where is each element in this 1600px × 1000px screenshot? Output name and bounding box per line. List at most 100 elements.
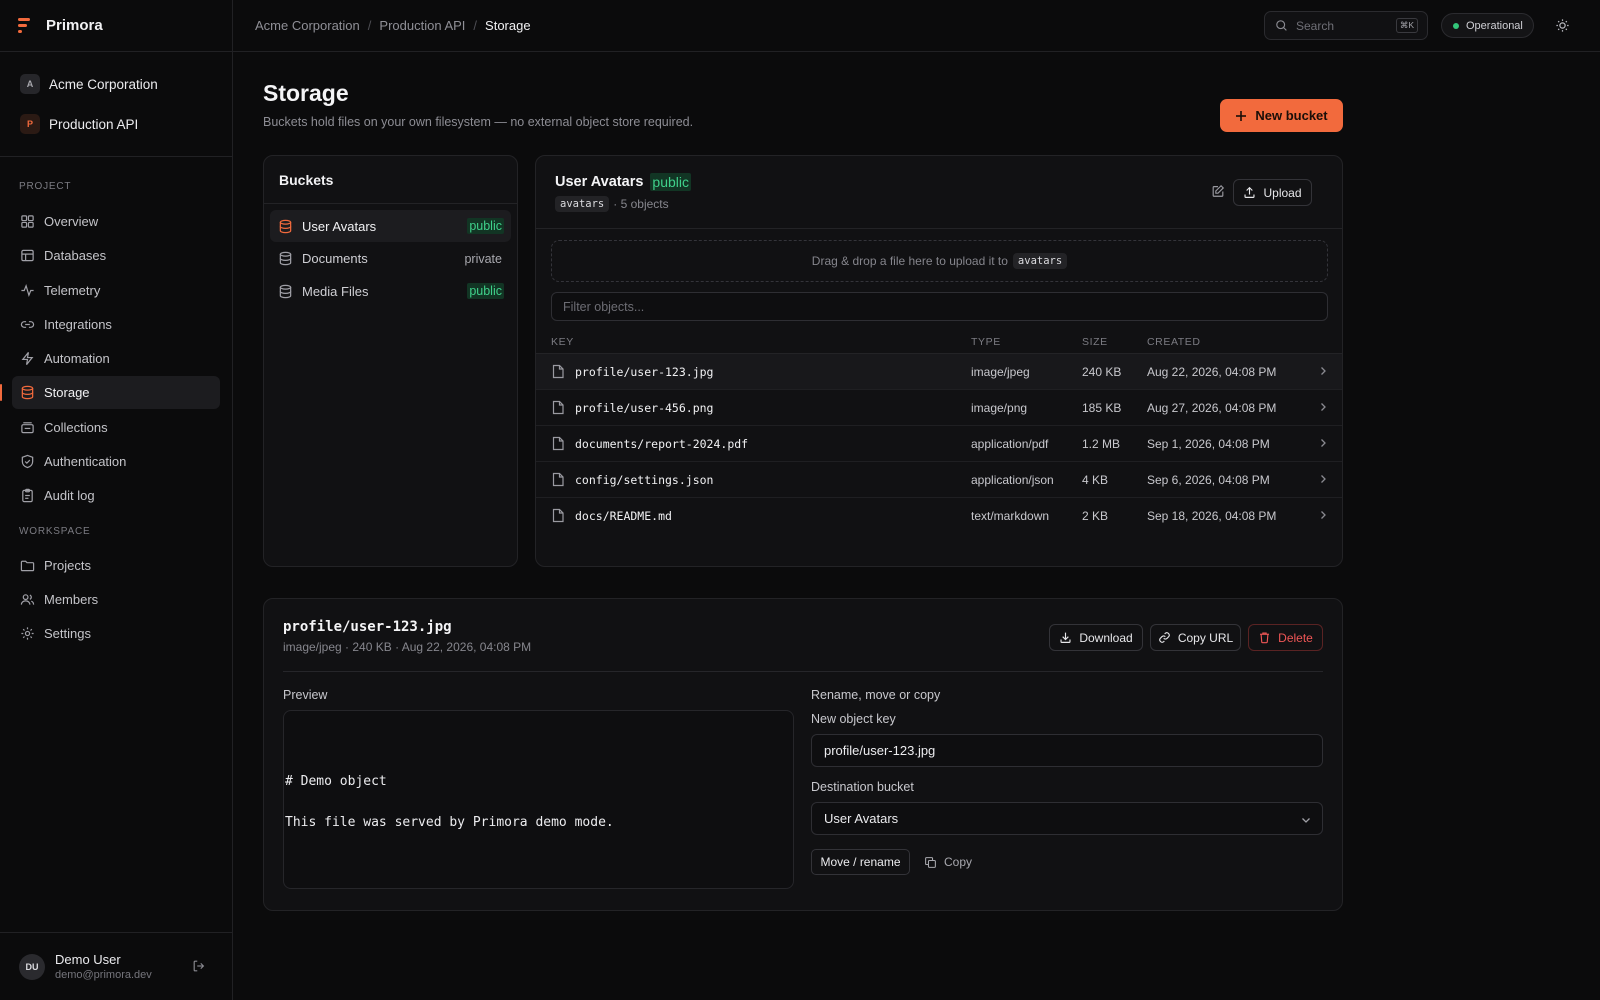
sun-icon[interactable] xyxy=(1555,18,1570,33)
file-icon xyxy=(552,472,565,487)
clipboard-icon xyxy=(20,488,35,503)
status-text: Operational xyxy=(1466,19,1523,32)
edit-icon[interactable] xyxy=(1211,184,1225,198)
breadcrumb-project[interactable]: Production API xyxy=(379,18,465,33)
object-count: · 5 objects xyxy=(613,197,669,211)
bucket-name: Documents xyxy=(302,251,368,266)
sidebar-item-databases[interactable]: Databases xyxy=(12,239,220,272)
column-created: CREATED xyxy=(1147,336,1201,348)
bucket-title: User Avatars public xyxy=(555,173,691,191)
visibility-badge: public xyxy=(467,218,504,234)
bucket-name: User Avatars xyxy=(302,218,377,234)
bucket-item-user-avatars[interactable]: User Avatars public xyxy=(270,210,511,242)
delete-button[interactable]: Delete xyxy=(1248,624,1323,651)
project-switcher[interactable]: P Production API xyxy=(12,104,220,144)
sidebar-item-authentication[interactable]: Authentication xyxy=(12,445,220,478)
section-label-project: PROJECT xyxy=(19,181,72,192)
sidebar-item-label: Telemetry xyxy=(44,282,101,298)
object-size: 185 KB xyxy=(1082,401,1122,415)
brand[interactable]: Primora xyxy=(0,0,232,52)
object-type: application/pdf xyxy=(971,437,1049,451)
file-icon xyxy=(552,400,565,415)
project-name: Production API xyxy=(49,116,139,132)
sidebar-item-label: Storage xyxy=(44,385,90,401)
users-icon xyxy=(20,592,35,607)
chevron-right-icon xyxy=(1317,509,1329,521)
bucket-title-text: User Avatars xyxy=(555,174,644,190)
preview-label: Preview xyxy=(283,688,328,702)
move-rename-button[interactable]: Move / rename xyxy=(811,849,910,875)
copy-label: Copy xyxy=(944,855,973,869)
table-row[interactable]: docs/README.md text/markdown 2 KB Sep 18… xyxy=(536,498,1342,534)
destination-bucket-value: User Avatars xyxy=(824,811,899,826)
object-key: docs/README.md xyxy=(575,509,672,523)
table-row[interactable]: profile/user-123.jpg image/jpeg 240 KB A… xyxy=(536,354,1342,390)
new-object-key-input[interactable]: profile/user-123.jpg xyxy=(811,734,1323,767)
user-email: demo@primora.dev xyxy=(55,969,152,981)
app-name: Primora xyxy=(46,17,103,34)
org-badge: A xyxy=(20,74,40,94)
copy-button[interactable]: Copy xyxy=(924,849,972,875)
sidebar-item-members[interactable]: Members xyxy=(12,583,220,616)
org-switcher[interactable]: A Acme Corporation xyxy=(12,64,220,104)
sidebar-item-automation[interactable]: Automation xyxy=(12,342,220,375)
breadcrumb: Acme Corporation / Production API / Stor… xyxy=(255,18,531,33)
sidebar-item-collections[interactable]: Collections xyxy=(12,411,220,444)
storage-icon xyxy=(278,219,293,234)
table-header: KEY TYPE SIZE CREATED xyxy=(536,323,1342,354)
sidebar-item-integrations[interactable]: Integrations xyxy=(12,308,220,341)
chevron-right-icon xyxy=(1317,365,1329,377)
breadcrumb-org[interactable]: Acme Corporation xyxy=(255,18,360,33)
storage-icon xyxy=(20,385,35,400)
copy-url-button[interactable]: Copy URL xyxy=(1150,624,1241,651)
bucket-meta: avatars · 5 objects xyxy=(555,196,669,212)
collections-icon xyxy=(20,420,35,435)
sidebar-item-settings[interactable]: Settings xyxy=(12,617,220,650)
filter-objects-input[interactable] xyxy=(551,292,1328,321)
objects-panel: User Avatars public avatars · 5 objects … xyxy=(535,155,1343,567)
table-row[interactable]: config/settings.json application/json 4 … xyxy=(536,462,1342,498)
avatar[interactable]: DU xyxy=(19,953,45,980)
activity-icon xyxy=(20,283,35,298)
upload-button[interactable]: Upload xyxy=(1233,179,1312,206)
chevron-right-icon xyxy=(1317,473,1329,485)
page-subtitle: Buckets hold files on your own filesyste… xyxy=(263,115,694,129)
bucket-name: Media Files xyxy=(302,283,369,299)
download-button[interactable]: Download xyxy=(1049,624,1143,651)
plus-icon xyxy=(1235,110,1247,122)
breadcrumb-separator: / xyxy=(473,18,478,33)
objects-header: User Avatars public avatars · 5 objects … xyxy=(536,156,1342,229)
sidebar-item-overview[interactable]: Overview xyxy=(12,205,220,238)
gear-icon xyxy=(20,626,35,641)
visibility-badge: public xyxy=(467,283,504,299)
bucket-item-media-files[interactable]: Media Files public xyxy=(270,275,511,307)
file-icon xyxy=(552,364,565,379)
breadcrumb-separator: / xyxy=(367,18,372,33)
sidebar-item-telemetry[interactable]: Telemetry xyxy=(12,274,220,307)
sidebar-item-audit-log[interactable]: Audit log xyxy=(12,479,220,512)
table-row[interactable]: documents/report-2024.pdf application/pd… xyxy=(536,426,1342,462)
status-badge[interactable]: Operational xyxy=(1441,13,1534,38)
object-created: Sep 18, 2026, 04:08 PM xyxy=(1147,509,1277,523)
sidebar-item-projects[interactable]: Projects xyxy=(12,549,220,582)
rename-section-label: Rename, move or copy xyxy=(811,688,941,702)
object-detail-panel: profile/user-123.jpg image/jpeg · 240 KB… xyxy=(263,598,1343,911)
column-type: TYPE xyxy=(971,336,1001,348)
upload-dropzone[interactable]: Drag & drop a file here to upload it to … xyxy=(551,240,1328,282)
destination-bucket-select[interactable]: User Avatars xyxy=(811,802,1323,835)
file-icon xyxy=(552,508,565,523)
upload-icon xyxy=(1243,186,1256,199)
destination-label: Destination bucket xyxy=(811,780,914,794)
buckets-title: Buckets xyxy=(264,156,517,204)
object-created: Aug 22, 2026, 04:08 PM xyxy=(1147,365,1277,379)
sidebar-item-storage[interactable]: Storage xyxy=(0,376,220,410)
new-bucket-button[interactable]: New bucket xyxy=(1220,99,1343,132)
sidebar-item-label: Projects xyxy=(44,557,91,573)
copy-url-label: Copy URL xyxy=(1177,630,1234,645)
table-row[interactable]: profile/user-456.png image/png 185 KB Au… xyxy=(536,390,1342,426)
object-detail-key: profile/user-123.jpg xyxy=(283,619,452,635)
logout-icon[interactable] xyxy=(192,959,206,973)
search-input[interactable]: Search ⌘K xyxy=(1264,11,1428,40)
bucket-item-documents[interactable]: Documents private xyxy=(270,243,511,275)
project-badge: P xyxy=(20,114,40,134)
